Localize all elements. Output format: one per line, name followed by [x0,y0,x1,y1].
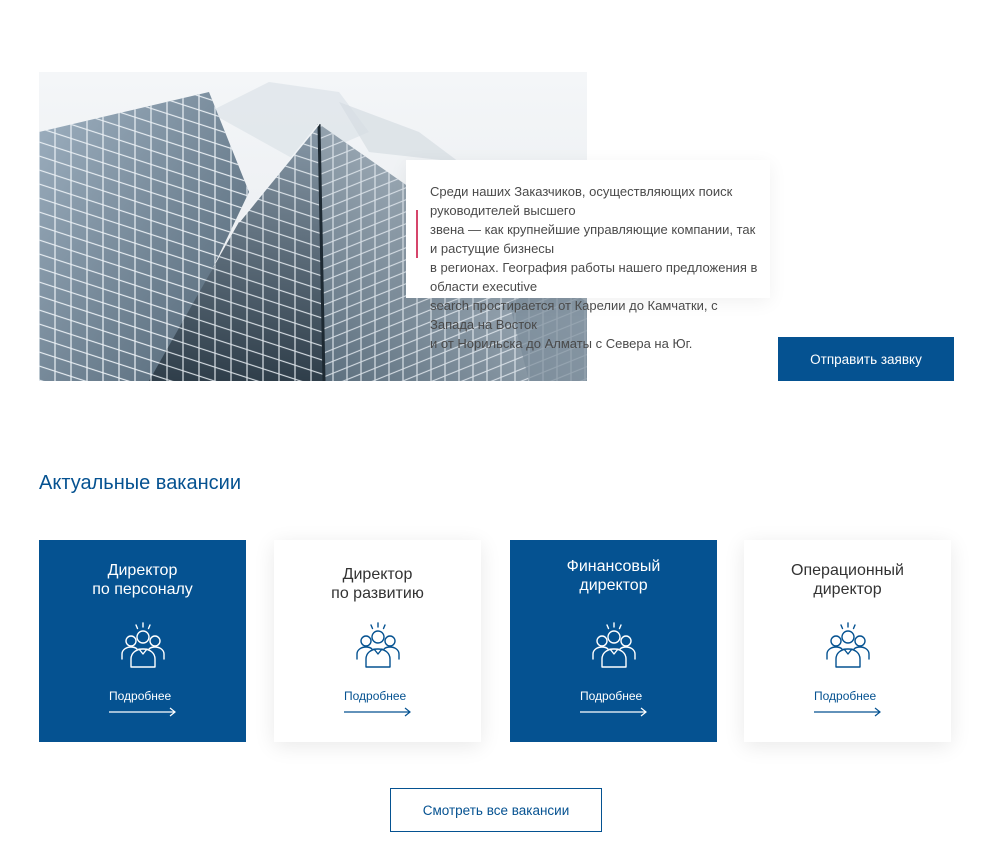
more-link[interactable]: Подробнее [580,689,642,703]
card-title: Операционный директор [744,561,951,599]
card-title-line: по развитию [331,585,424,602]
card-title-line: Операционный [791,562,904,579]
team-people-icon [592,622,636,668]
card-title: Финансовый директор [510,557,717,595]
description-line: Среди наших Заказчиков, осуществляющих п… [430,184,733,218]
card-title-line: по персоналу [92,581,193,598]
team-people-icon [356,622,400,668]
card-title-line: Финансовый [566,558,661,575]
card-title-line: Директор [107,562,178,579]
view-all-vacancies-button[interactable]: Смотреть все вакансии [390,788,602,832]
description-line: search простирается от Карелии до Камчат… [430,298,718,332]
vacancy-card-operations-director[interactable]: Операционный директор Подробнее [744,540,951,742]
card-title-line: директор [579,577,648,594]
send-request-button[interactable]: Отправить заявку [778,337,954,381]
section-title-vacancies: Актуальные вакансии [39,472,242,494]
vacancy-card-hr-director[interactable]: Директор по персоналу Подробнее [39,540,246,742]
vacancy-card-development-director[interactable]: Директор по развитию Подробнее [274,540,481,742]
team-people-icon [826,622,870,668]
arrow-right-icon [580,707,647,717]
description-line: звена — как крупнейшие управляющие компа… [430,222,756,256]
accent-bar [416,210,418,258]
more-link[interactable]: Подробнее [109,689,171,703]
team-people-icon [121,622,165,668]
arrow-right-icon [109,707,176,717]
description-line: в регионах. География работы нашего пред… [430,260,758,294]
vacancy-card-finance-director[interactable]: Финансовый директор Подробнее [510,540,717,742]
card-title: Директор по развитию [274,565,481,603]
company-description: Среди наших Заказчиков, осуществляющих п… [430,182,760,353]
card-title-line: директор [813,581,882,598]
arrow-right-icon [344,707,411,717]
card-title-line: Директор [342,566,413,583]
more-link[interactable]: Подробнее [344,689,406,703]
info-card: Среди наших Заказчиков, осуществляющих п… [406,160,770,351]
description-line: и от Норильска до Алматы с Севера на Юг. [430,336,693,351]
card-title: Директор по персоналу [39,561,246,599]
more-link[interactable]: Подробнее [814,689,876,703]
arrow-right-icon [814,707,881,717]
